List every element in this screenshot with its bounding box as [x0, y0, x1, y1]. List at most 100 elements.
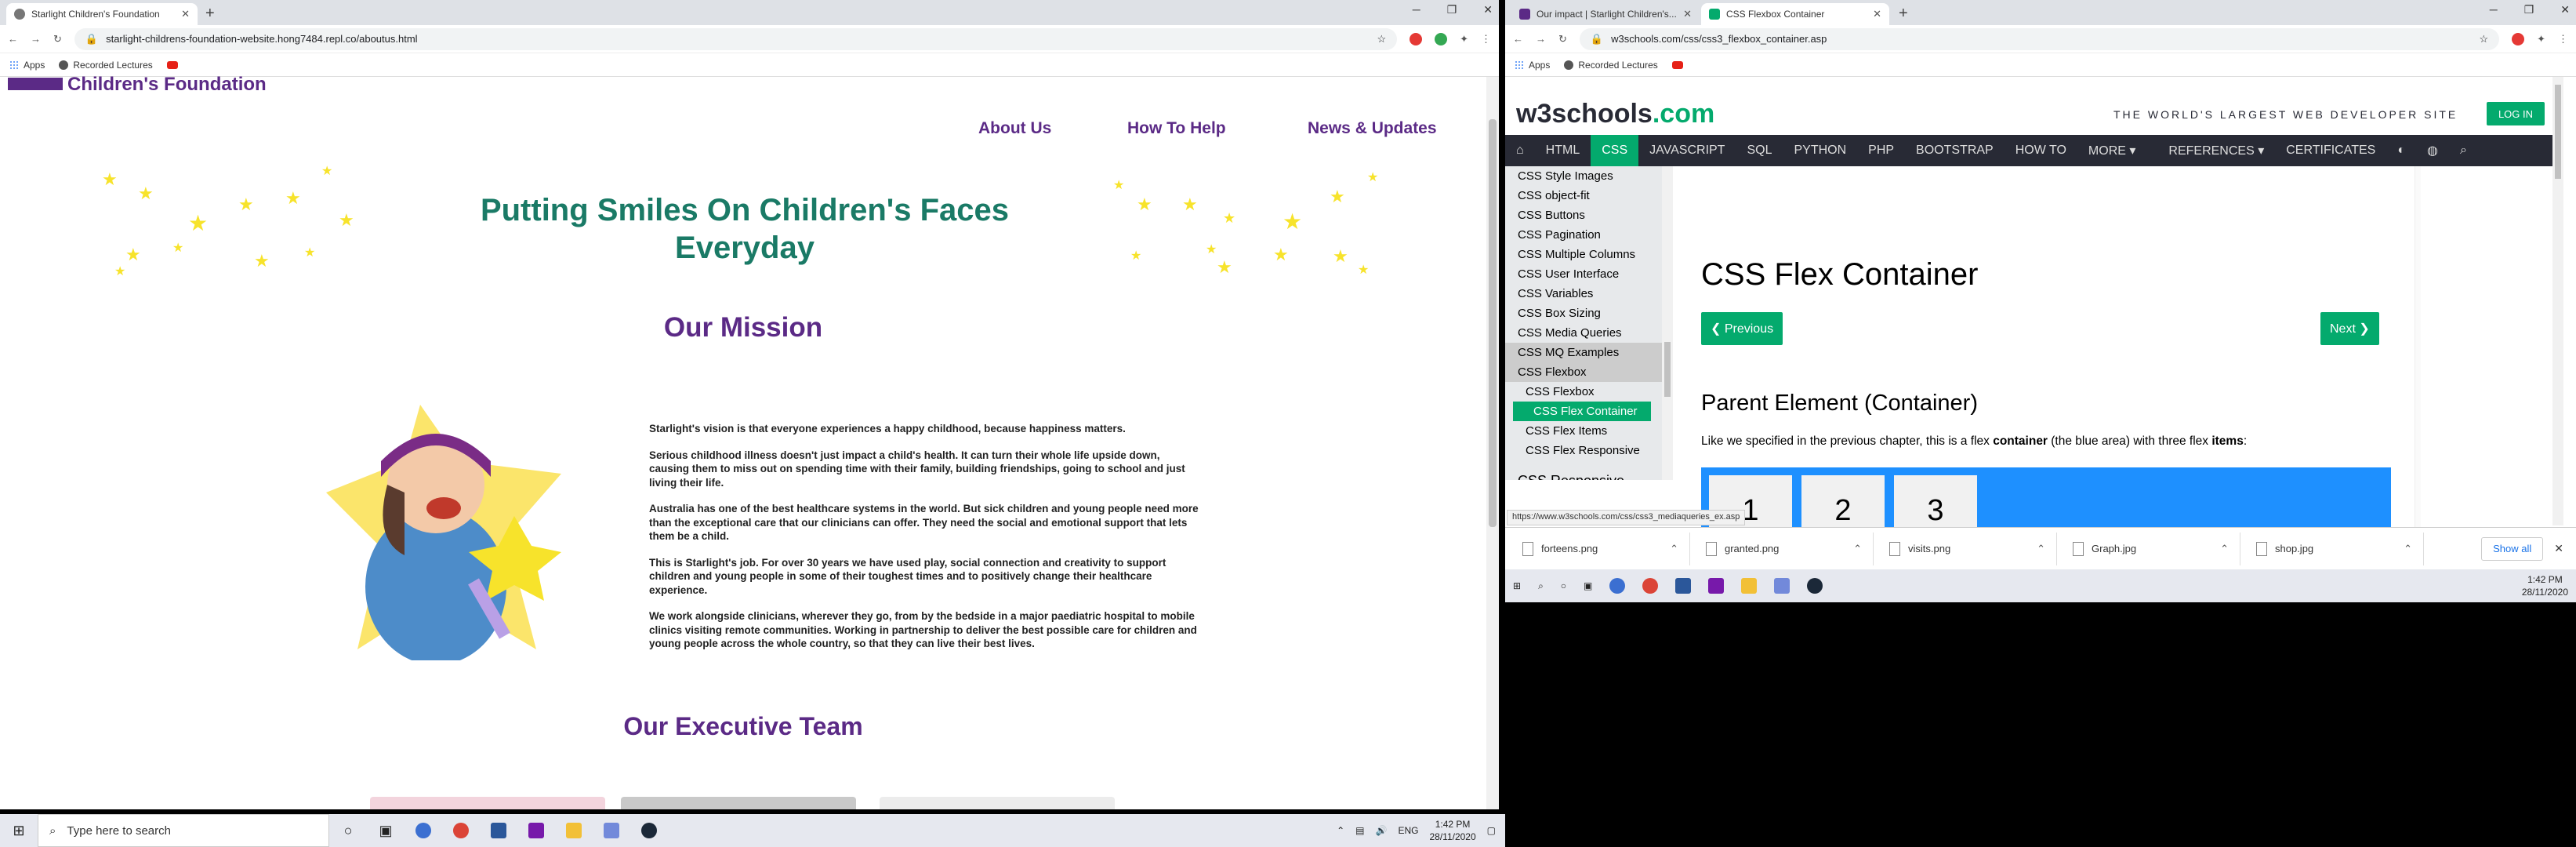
- nav-how-to-help[interactable]: How To Help: [1127, 119, 1226, 138]
- chevron-up-icon[interactable]: ⌃: [2220, 543, 2229, 555]
- download-item[interactable]: visits.png ⌃: [1878, 532, 2057, 565]
- word-icon[interactable]: [1675, 578, 1692, 594]
- windows-start-icon[interactable]: ⊞: [0, 814, 38, 847]
- new-tab-icon[interactable]: +: [205, 5, 215, 23]
- star-bookmark-icon[interactable]: ☆: [2479, 33, 2488, 45]
- download-item[interactable]: Graph.jpg ⌃: [2062, 532, 2240, 565]
- tab-starlight[interactable]: Starlight Children's Foundation ✕: [6, 3, 198, 25]
- nav-references[interactable]: REFERENCES ▾: [2157, 135, 2275, 166]
- page-scrollbar[interactable]: [2552, 77, 2563, 525]
- nav-bootstrap[interactable]: BOOTSTRAP: [1905, 135, 2005, 166]
- puzzle-icon[interactable]: ✦: [2537, 33, 2545, 45]
- close-icon[interactable]: ✕: [1873, 8, 1881, 20]
- task-view-icon[interactable]: ▣: [1584, 580, 1592, 591]
- chrome-icon[interactable]: [442, 814, 480, 847]
- notifications-icon[interactable]: ▢: [1487, 825, 1496, 836]
- menu-icon[interactable]: ⋮: [2558, 33, 2568, 45]
- nav-how-to[interactable]: HOW TO: [2005, 135, 2077, 166]
- sidebar-subitem[interactable]: CSS Flexbox: [1505, 382, 1662, 402]
- sidebar-item[interactable]: CSS Style Images: [1505, 166, 1662, 186]
- next-button[interactable]: Next ❯: [2320, 312, 2379, 345]
- onenote-icon[interactable]: [1708, 578, 1725, 594]
- reload-icon[interactable]: ↻: [53, 33, 62, 45]
- sidebar-subitem[interactable]: CSS Flex Responsive: [1505, 441, 1662, 460]
- extension-icon[interactable]: [1410, 32, 1423, 45]
- minimize-icon[interactable]: ─: [1413, 3, 1420, 16]
- sidebar-item[interactable]: CSS Box Sizing: [1505, 304, 1662, 323]
- taskbar-search[interactable]: ⌕ Type here to search: [38, 814, 329, 847]
- nav-about-us[interactable]: About Us: [978, 119, 1051, 138]
- nav-php[interactable]: PHP: [1857, 135, 1905, 166]
- network-icon[interactable]: ▤: [1355, 825, 1364, 836]
- back-icon[interactable]: ←: [1513, 33, 1523, 45]
- close-icon[interactable]: ✕: [1683, 8, 1692, 20]
- omnibox[interactable]: 🔒 w3schools.com/css/css3_flexbox_contain…: [1579, 27, 2500, 50]
- tab-our-impact[interactable]: Our impact | Starlight Children's... ✕: [1511, 3, 1700, 25]
- maximize-icon[interactable]: ❐: [2524, 3, 2534, 16]
- app-icon[interactable]: [1609, 578, 1626, 594]
- back-icon[interactable]: ←: [8, 33, 18, 45]
- download-item[interactable]: shop.jpg ⌃: [2245, 532, 2424, 565]
- bookmark-recorded-lectures[interactable]: Recorded Lectures: [59, 60, 153, 71]
- onenote-icon[interactable]: [517, 814, 555, 847]
- cortana-icon[interactable]: ○: [1561, 580, 1566, 591]
- search-icon[interactable]: ⌕: [2449, 135, 2478, 166]
- nav-certificates[interactable]: CERTIFICATES: [2275, 135, 2386, 166]
- sidebar-item[interactable]: CSS Pagination: [1505, 225, 1662, 245]
- close-icon[interactable]: ✕: [2548, 542, 2570, 555]
- app-icon[interactable]: [405, 814, 442, 847]
- bookmark-apps[interactable]: Apps: [9, 60, 45, 71]
- close-window-icon[interactable]: ✕: [1483, 3, 1493, 16]
- close-window-icon[interactable]: ✕: [2560, 3, 2570, 16]
- login-button[interactable]: LOG IN: [2487, 102, 2545, 125]
- chevron-up-icon[interactable]: ⌃: [1853, 543, 1862, 555]
- scrollbar-thumb[interactable]: [1489, 119, 1497, 527]
- sidebar-subitem-active[interactable]: CSS Flex Container: [1513, 402, 1651, 421]
- bookmark-youtube[interactable]: [166, 60, 178, 69]
- contrast-icon[interactable]: ◐: [2386, 135, 2416, 166]
- minimize-icon[interactable]: ─: [2490, 3, 2498, 16]
- globe-icon[interactable]: ◍: [2416, 135, 2449, 166]
- home-icon[interactable]: ⌂: [1505, 135, 1535, 166]
- previous-button[interactable]: ❮ Previous: [1701, 312, 1783, 345]
- extension-icon[interactable]: [2512, 32, 2525, 45]
- omnibox[interactable]: 🔒 starlight-childrens-foundation-website…: [74, 27, 1398, 50]
- chevron-up-icon[interactable]: ⌃: [2037, 543, 2045, 555]
- folder-icon[interactable]: [1741, 578, 1758, 594]
- discord-icon[interactable]: [593, 814, 630, 847]
- nav-python[interactable]: PYTHON: [1783, 135, 1857, 166]
- sidebar-item[interactable]: CSS Responsive: [1505, 471, 1662, 480]
- task-view-icon[interactable]: ▣: [367, 814, 405, 847]
- reload-icon[interactable]: ↻: [1558, 33, 1567, 45]
- nav-news-updates[interactable]: News & Updates: [1308, 119, 1437, 138]
- cortana-icon[interactable]: ○: [329, 814, 367, 847]
- chevron-up-icon[interactable]: ⌃: [1670, 543, 1678, 555]
- sidebar-item-flexbox[interactable]: CSS Flexbox: [1505, 362, 1662, 382]
- tab-css-flexbox[interactable]: CSS Flexbox Container ✕: [1701, 3, 1889, 25]
- sidebar-item[interactable]: CSS Media Queries: [1505, 323, 1662, 343]
- bookmark-apps[interactable]: Apps: [1515, 60, 1550, 71]
- nav-more[interactable]: MORE ▾: [2077, 135, 2146, 166]
- bookmark-youtube[interactable]: [1671, 60, 1683, 69]
- clock[interactable]: 1:42 PM 28/11/2020: [2522, 573, 2568, 598]
- page-scrollbar[interactable]: [1486, 77, 1499, 809]
- sidebar-item[interactable]: CSS Multiple Columns: [1505, 245, 1662, 264]
- star-bookmark-icon[interactable]: ☆: [1377, 33, 1386, 45]
- search-icon[interactable]: ⌕: [1538, 580, 1544, 592]
- menu-icon[interactable]: ⋮: [1481, 33, 1491, 45]
- sidebar-item[interactable]: CSS MQ Examples: [1505, 343, 1662, 362]
- bookmark-recorded-lectures[interactable]: Recorded Lectures: [1564, 60, 1658, 71]
- steam-icon[interactable]: [630, 814, 668, 847]
- chevron-up-icon[interactable]: ⌃: [1337, 825, 1344, 836]
- puzzle-icon[interactable]: ✦: [1460, 33, 1468, 45]
- steam-icon[interactable]: [1807, 578, 1823, 594]
- clock[interactable]: 1:42 PM 28/11/2020: [1429, 818, 1475, 843]
- forward-icon[interactable]: →: [31, 33, 41, 45]
- sidebar-subitem[interactable]: CSS Flex Items: [1505, 421, 1662, 441]
- forward-icon[interactable]: →: [1536, 33, 1546, 45]
- volume-icon[interactable]: 🔊: [1376, 825, 1388, 836]
- nav-javascript[interactable]: JAVASCRIPT: [1638, 135, 1736, 166]
- nav-html[interactable]: HTML: [1535, 135, 1591, 166]
- download-item[interactable]: granted.png ⌃: [1695, 532, 1874, 565]
- sidebar-item[interactable]: CSS object-fit: [1505, 186, 1662, 205]
